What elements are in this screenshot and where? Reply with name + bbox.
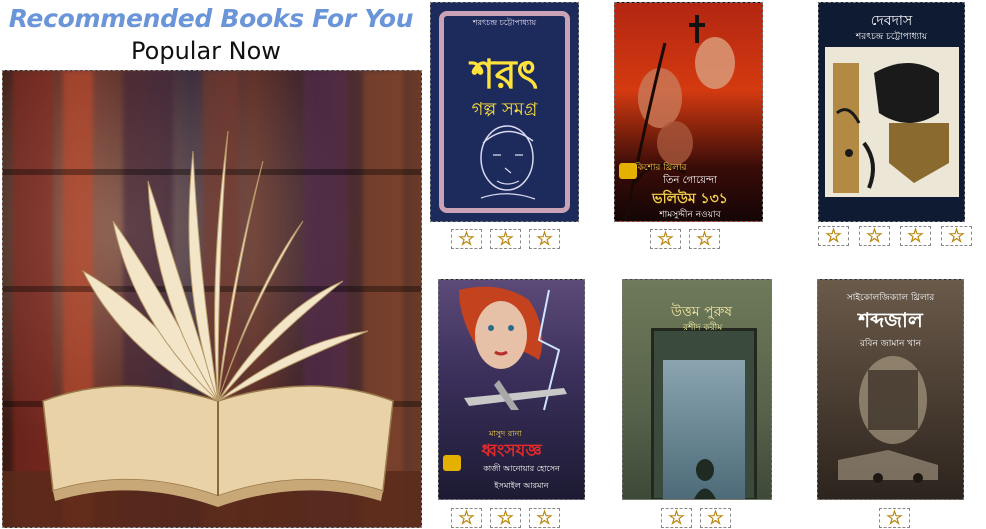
section-title: Recommended Books For You <box>8 4 414 33</box>
star-2[interactable]: ☆ <box>490 508 521 528</box>
star-2[interactable]: ☆ <box>689 229 720 249</box>
book-title: ধ্বংসযজ্ঞ <box>481 441 542 461</box>
book-author: শামসুদ্দীন নওয়াব <box>659 210 721 220</box>
book-card-tin-goyenda[interactable]: কিশোর থ্রিলার তিন গোয়েন্দা ভলিউম ১৩১ শা… <box>614 2 763 222</box>
book-card-devdas[interactable]: দেবদাস শরৎচন্দ্র চট্টোপাধ্যায় <box>818 2 965 222</box>
star-2[interactable]: ☆ <box>700 508 731 528</box>
rating-stars: ☆ ☆ <box>650 229 720 249</box>
star-1[interactable]: ☆ <box>451 229 482 249</box>
section-subtitle: Popular Now <box>131 37 281 65</box>
cover-art-icon <box>825 47 959 197</box>
open-book-icon <box>3 130 421 527</box>
recommendation-panel: Recommended Books For You Popular Now <box>0 0 422 529</box>
book-card-dhongshojoggo[interactable]: মাসুদ রানা ধ্বংসযজ্ঞ কাজী আনোয়ার হোসেন … <box>438 279 585 500</box>
cover-art-icon <box>838 356 938 483</box>
author-portrait-icon <box>480 125 536 200</box>
rating-stars: ☆ ☆ ☆ ☆ <box>818 226 972 246</box>
book-coauthor: ইসমাইল আরমান <box>494 481 549 490</box>
star-1[interactable]: ☆ <box>650 229 681 249</box>
star-2[interactable]: ☆ <box>859 226 890 246</box>
hero-open-book-image[interactable] <box>2 70 422 528</box>
star-4[interactable]: ☆ <box>941 226 972 246</box>
book-author: কাজী আনোয়ার হোসেন <box>483 464 560 473</box>
book-author: রশীদ করীম <box>683 323 723 333</box>
rating-stars: ☆ ☆ <box>661 508 731 528</box>
book-card-uttom-purush[interactable]: উত্তম পুরুষ রশীদ করীম <box>622 279 772 500</box>
star-3[interactable]: ☆ <box>900 226 931 246</box>
book-card-shobdojal[interactable]: সাইকোলজিক্যাল থ্রিলার শব্দজাল রবিন জামান… <box>817 279 964 500</box>
star-1[interactable]: ☆ <box>661 508 692 528</box>
book-card-sharat[interactable]: শরৎ গল্প সমগ্র শরৎচন্দ্র চট্টোপাধ্যায় <box>430 2 579 222</box>
rating-stars: ☆ ☆ ☆ <box>451 229 560 249</box>
rating-stars: ☆ ☆ ☆ <box>451 508 560 528</box>
star-3[interactable]: ☆ <box>529 229 560 249</box>
star-3[interactable]: ☆ <box>529 508 560 528</box>
star-1[interactable]: ☆ <box>818 226 849 246</box>
star-1[interactable]: ☆ <box>879 508 910 528</box>
star-2[interactable]: ☆ <box>490 229 521 249</box>
star-1[interactable]: ☆ <box>451 508 482 528</box>
rating-stars: ☆ <box>879 508 910 528</box>
